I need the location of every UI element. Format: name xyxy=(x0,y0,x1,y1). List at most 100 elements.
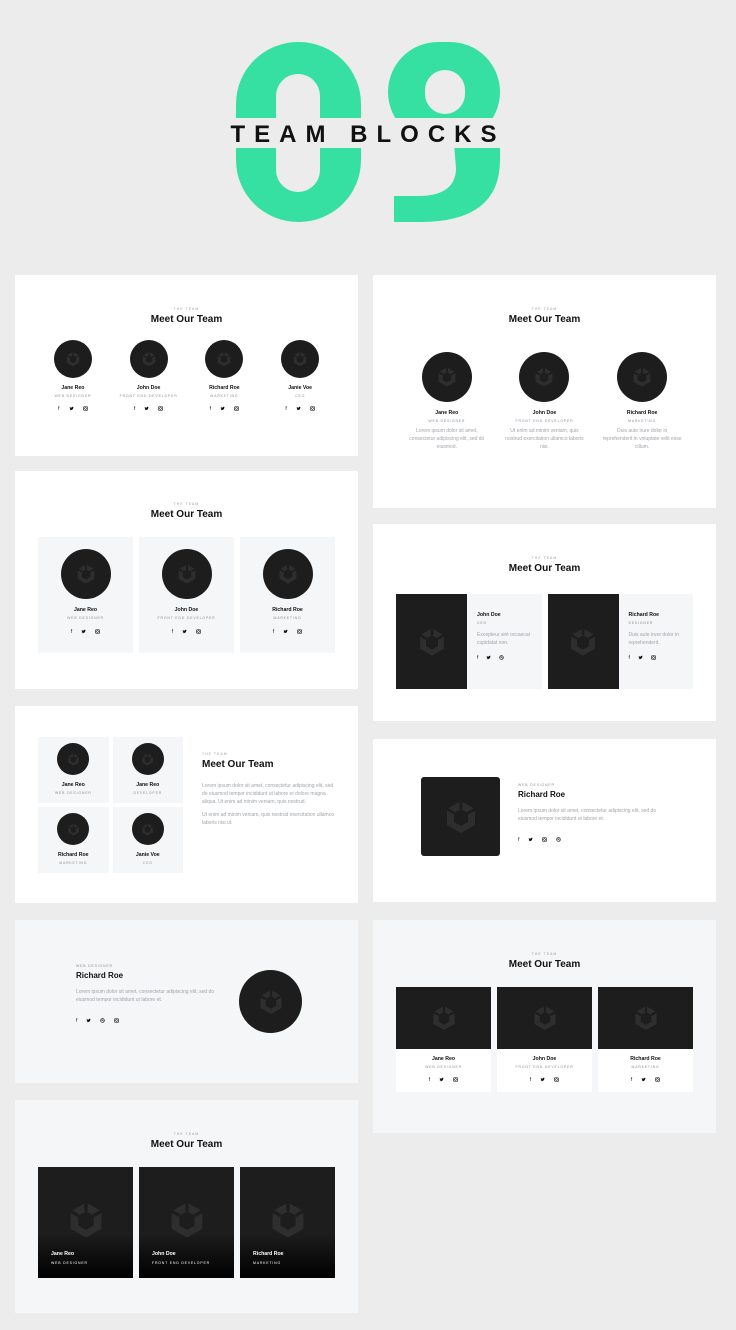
facebook-icon[interactable]: f xyxy=(58,406,59,412)
member-role: FRONT END DEVELOPER xyxy=(157,616,216,620)
overline: THE TEAM xyxy=(531,952,558,956)
instagram-icon[interactable] xyxy=(95,629,100,634)
dribbble-icon[interactable] xyxy=(556,837,561,842)
twitter-icon[interactable] xyxy=(638,655,643,660)
hero-number-graphic xyxy=(236,42,506,222)
facebook-icon[interactable]: f xyxy=(629,655,630,661)
team-member-card: Richard Roe DESIGNER Duis aute irure dol… xyxy=(547,594,693,689)
instagram-icon[interactable] xyxy=(554,1077,559,1082)
avatar xyxy=(617,352,668,402)
instagram-icon[interactable] xyxy=(655,1077,660,1082)
facebook-icon[interactable]: f xyxy=(518,837,519,843)
facebook-icon[interactable]: f xyxy=(76,1018,77,1024)
overline: THE TEAM xyxy=(173,502,200,506)
section-title: Meet Our Team xyxy=(150,1139,223,1150)
member-role: MARKETING xyxy=(631,1065,660,1069)
logo-icon xyxy=(532,365,556,389)
team-member: John Doe FRONT END DEVELOPER f xyxy=(119,340,179,412)
facebook-icon[interactable]: f xyxy=(273,629,274,635)
member-name: Jane Reo xyxy=(431,1056,456,1062)
member-name: John Doe xyxy=(477,612,501,618)
facebook-icon[interactable]: f xyxy=(530,1077,531,1083)
member-role: MARKETING xyxy=(628,419,657,423)
hero: TEAM BLOCKS xyxy=(0,0,736,240)
member-name: Richard Roe xyxy=(253,1251,284,1257)
avatar xyxy=(205,340,244,378)
member-role: WEB DESIGNER xyxy=(518,783,555,787)
member-description: Lorem ipsum dolor sit amet, consectetur … xyxy=(518,808,657,822)
logo-icon xyxy=(435,365,459,389)
team-member-tile: Richard Roe MARKETING f xyxy=(598,987,693,1092)
facebook-icon[interactable]: f xyxy=(210,406,211,412)
facebook-icon[interactable]: f xyxy=(631,1077,632,1083)
twitter-icon[interactable] xyxy=(296,406,301,411)
instagram-icon[interactable] xyxy=(297,629,302,634)
member-name: Janie Voe xyxy=(288,385,313,391)
overline: THE TEAM xyxy=(531,307,558,311)
member-description: Duis aute irure dolor in reprehenderit. xyxy=(628,632,679,646)
section-title: Meet Our Team xyxy=(508,563,581,574)
team-member: Richard Roe MARKETING f xyxy=(194,340,254,412)
instagram-icon[interactable] xyxy=(158,406,163,411)
instagram-icon[interactable] xyxy=(83,406,88,411)
member-role: WEB DESIGNER xyxy=(54,394,92,398)
dribbble-icon[interactable] xyxy=(499,655,504,660)
team-block-8: THE TEAM Meet Our Team Jane Reo WEB DESI… xyxy=(373,920,716,1133)
logo-icon xyxy=(215,350,233,368)
facebook-icon[interactable]: f xyxy=(429,1077,430,1083)
avatar xyxy=(53,340,92,378)
member-name: Jane Reo xyxy=(61,385,85,391)
avatar xyxy=(60,549,111,599)
facebook-icon[interactable]: f xyxy=(71,629,72,635)
twitter-icon[interactable] xyxy=(81,629,86,634)
team-member-tile: Richard Roe MARKETING f xyxy=(240,537,335,653)
section-title: Meet Our Team xyxy=(202,759,274,770)
member-role: FRONT END DEVELOPER xyxy=(515,419,574,423)
member-role: CEO xyxy=(295,394,306,398)
member-photo xyxy=(421,777,500,856)
facebook-icon[interactable]: f xyxy=(477,655,478,661)
team-member: Janie Voe CEO f xyxy=(270,340,330,412)
instagram-icon[interactable] xyxy=(234,406,239,411)
facebook-icon[interactable]: f xyxy=(172,629,173,635)
dribbble-icon[interactable] xyxy=(100,1018,105,1023)
twitter-icon[interactable] xyxy=(182,629,187,634)
instagram-icon[interactable] xyxy=(114,1018,119,1023)
twitter-icon[interactable] xyxy=(220,406,225,411)
avatar xyxy=(239,970,302,1033)
avatar xyxy=(131,813,164,845)
member-name: Jane Reo xyxy=(61,782,85,788)
twitter-icon[interactable] xyxy=(283,629,288,634)
facebook-icon[interactable]: f xyxy=(134,406,135,412)
twitter-icon[interactable] xyxy=(641,1077,646,1082)
member-role: MARKETING xyxy=(210,394,239,398)
instagram-icon[interactable] xyxy=(651,655,656,660)
avatar xyxy=(57,813,90,845)
team-member: Richard Roe MARKETING Duis aute irure do… xyxy=(602,352,682,451)
facebook-icon[interactable]: f xyxy=(285,406,286,412)
avatar xyxy=(262,549,313,599)
twitter-icon[interactable] xyxy=(439,1077,444,1082)
member-name: John Doe xyxy=(532,1056,557,1062)
twitter-icon[interactable] xyxy=(86,1018,91,1023)
twitter-icon[interactable] xyxy=(540,1077,545,1082)
twitter-icon[interactable] xyxy=(528,837,533,842)
twitter-icon[interactable] xyxy=(486,655,491,660)
member-role: FRONT END DEVELOPER xyxy=(515,1065,574,1069)
twitter-icon[interactable] xyxy=(69,406,74,411)
avatar xyxy=(57,743,90,775)
member-name: John Doe xyxy=(136,385,161,391)
hero-title: TEAM BLOCKS xyxy=(230,121,506,148)
logo-icon xyxy=(140,822,155,837)
member-role: WEB DESIGNER xyxy=(51,1261,88,1265)
instagram-icon[interactable] xyxy=(542,837,547,842)
team-member-tile: John Doe FRONT END DEVELOPER xyxy=(139,1167,234,1278)
logo-icon xyxy=(276,562,300,586)
instagram-icon[interactable] xyxy=(310,406,315,411)
instagram-icon[interactable] xyxy=(453,1077,458,1082)
team-block-1: THE TEAM Meet Our Team Jane Reo WEB DESI… xyxy=(15,275,358,456)
overline: THE TEAM xyxy=(173,1132,200,1136)
member-name: Richard Roe xyxy=(76,971,124,980)
instagram-icon[interactable] xyxy=(196,629,201,634)
twitter-icon[interactable] xyxy=(144,406,149,411)
